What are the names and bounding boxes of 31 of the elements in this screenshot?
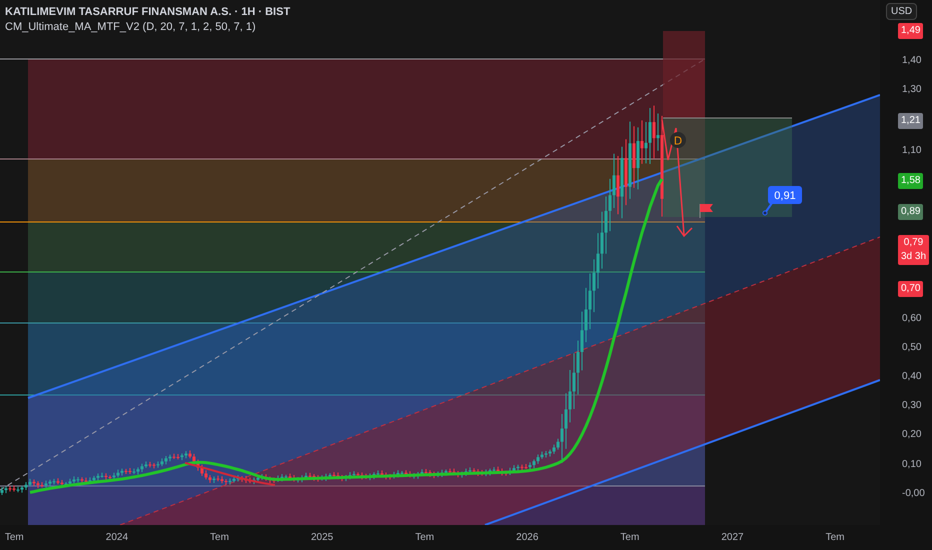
time-tick: 2024 (104, 531, 130, 545)
price-tick: 1,10 (902, 144, 922, 158)
price-badge: 1,58 (898, 172, 924, 189)
price-tick: 1,40 (902, 54, 922, 68)
price-badge: 0,89 (898, 204, 924, 220)
symbol-title: KATILIMEVIM TASARRUF FINANSMAN A.S. · 1H · BIST (5, 5, 290, 20)
indicator-label: CM_Ultimate_MA_MTF_V2 (D, 20, 7, 1, 2, 50, 7, 1) (5, 20, 257, 35)
time-tick: 2025 (310, 531, 334, 545)
time-tick: Tem (4, 531, 25, 545)
price-tick: 0,50 (902, 340, 922, 355)
price-tick: -0,00 (902, 486, 925, 501)
price-tick: 0,40 (902, 370, 922, 384)
price-tick: 0,30 (902, 399, 922, 414)
price-badge: 1,21 (898, 112, 924, 129)
time-tick: Tem (414, 531, 436, 545)
price-badge: 0,79 3d 3h (898, 235, 930, 266)
price-badge: 0,70 (898, 280, 924, 296)
price-tick: 1,30 (902, 83, 922, 98)
time-tick: 2027 (720, 531, 745, 545)
price-badge: 1,49 (898, 23, 924, 39)
pattern-marker: D (670, 132, 686, 148)
flag-icon (700, 204, 713, 218)
currency-button[interactable]: USD (886, 3, 918, 20)
time-tick: Tem (209, 531, 230, 545)
price-tick: 0,10 (902, 458, 922, 472)
time-tick: Tem (619, 531, 640, 545)
price-callout: 0,91 (762, 186, 802, 216)
price-tick: 0,20 (902, 428, 922, 442)
time-tick: 2026 (515, 531, 540, 545)
price-tick: 0,60 (902, 312, 922, 326)
time-tick: Tem (824, 531, 846, 545)
